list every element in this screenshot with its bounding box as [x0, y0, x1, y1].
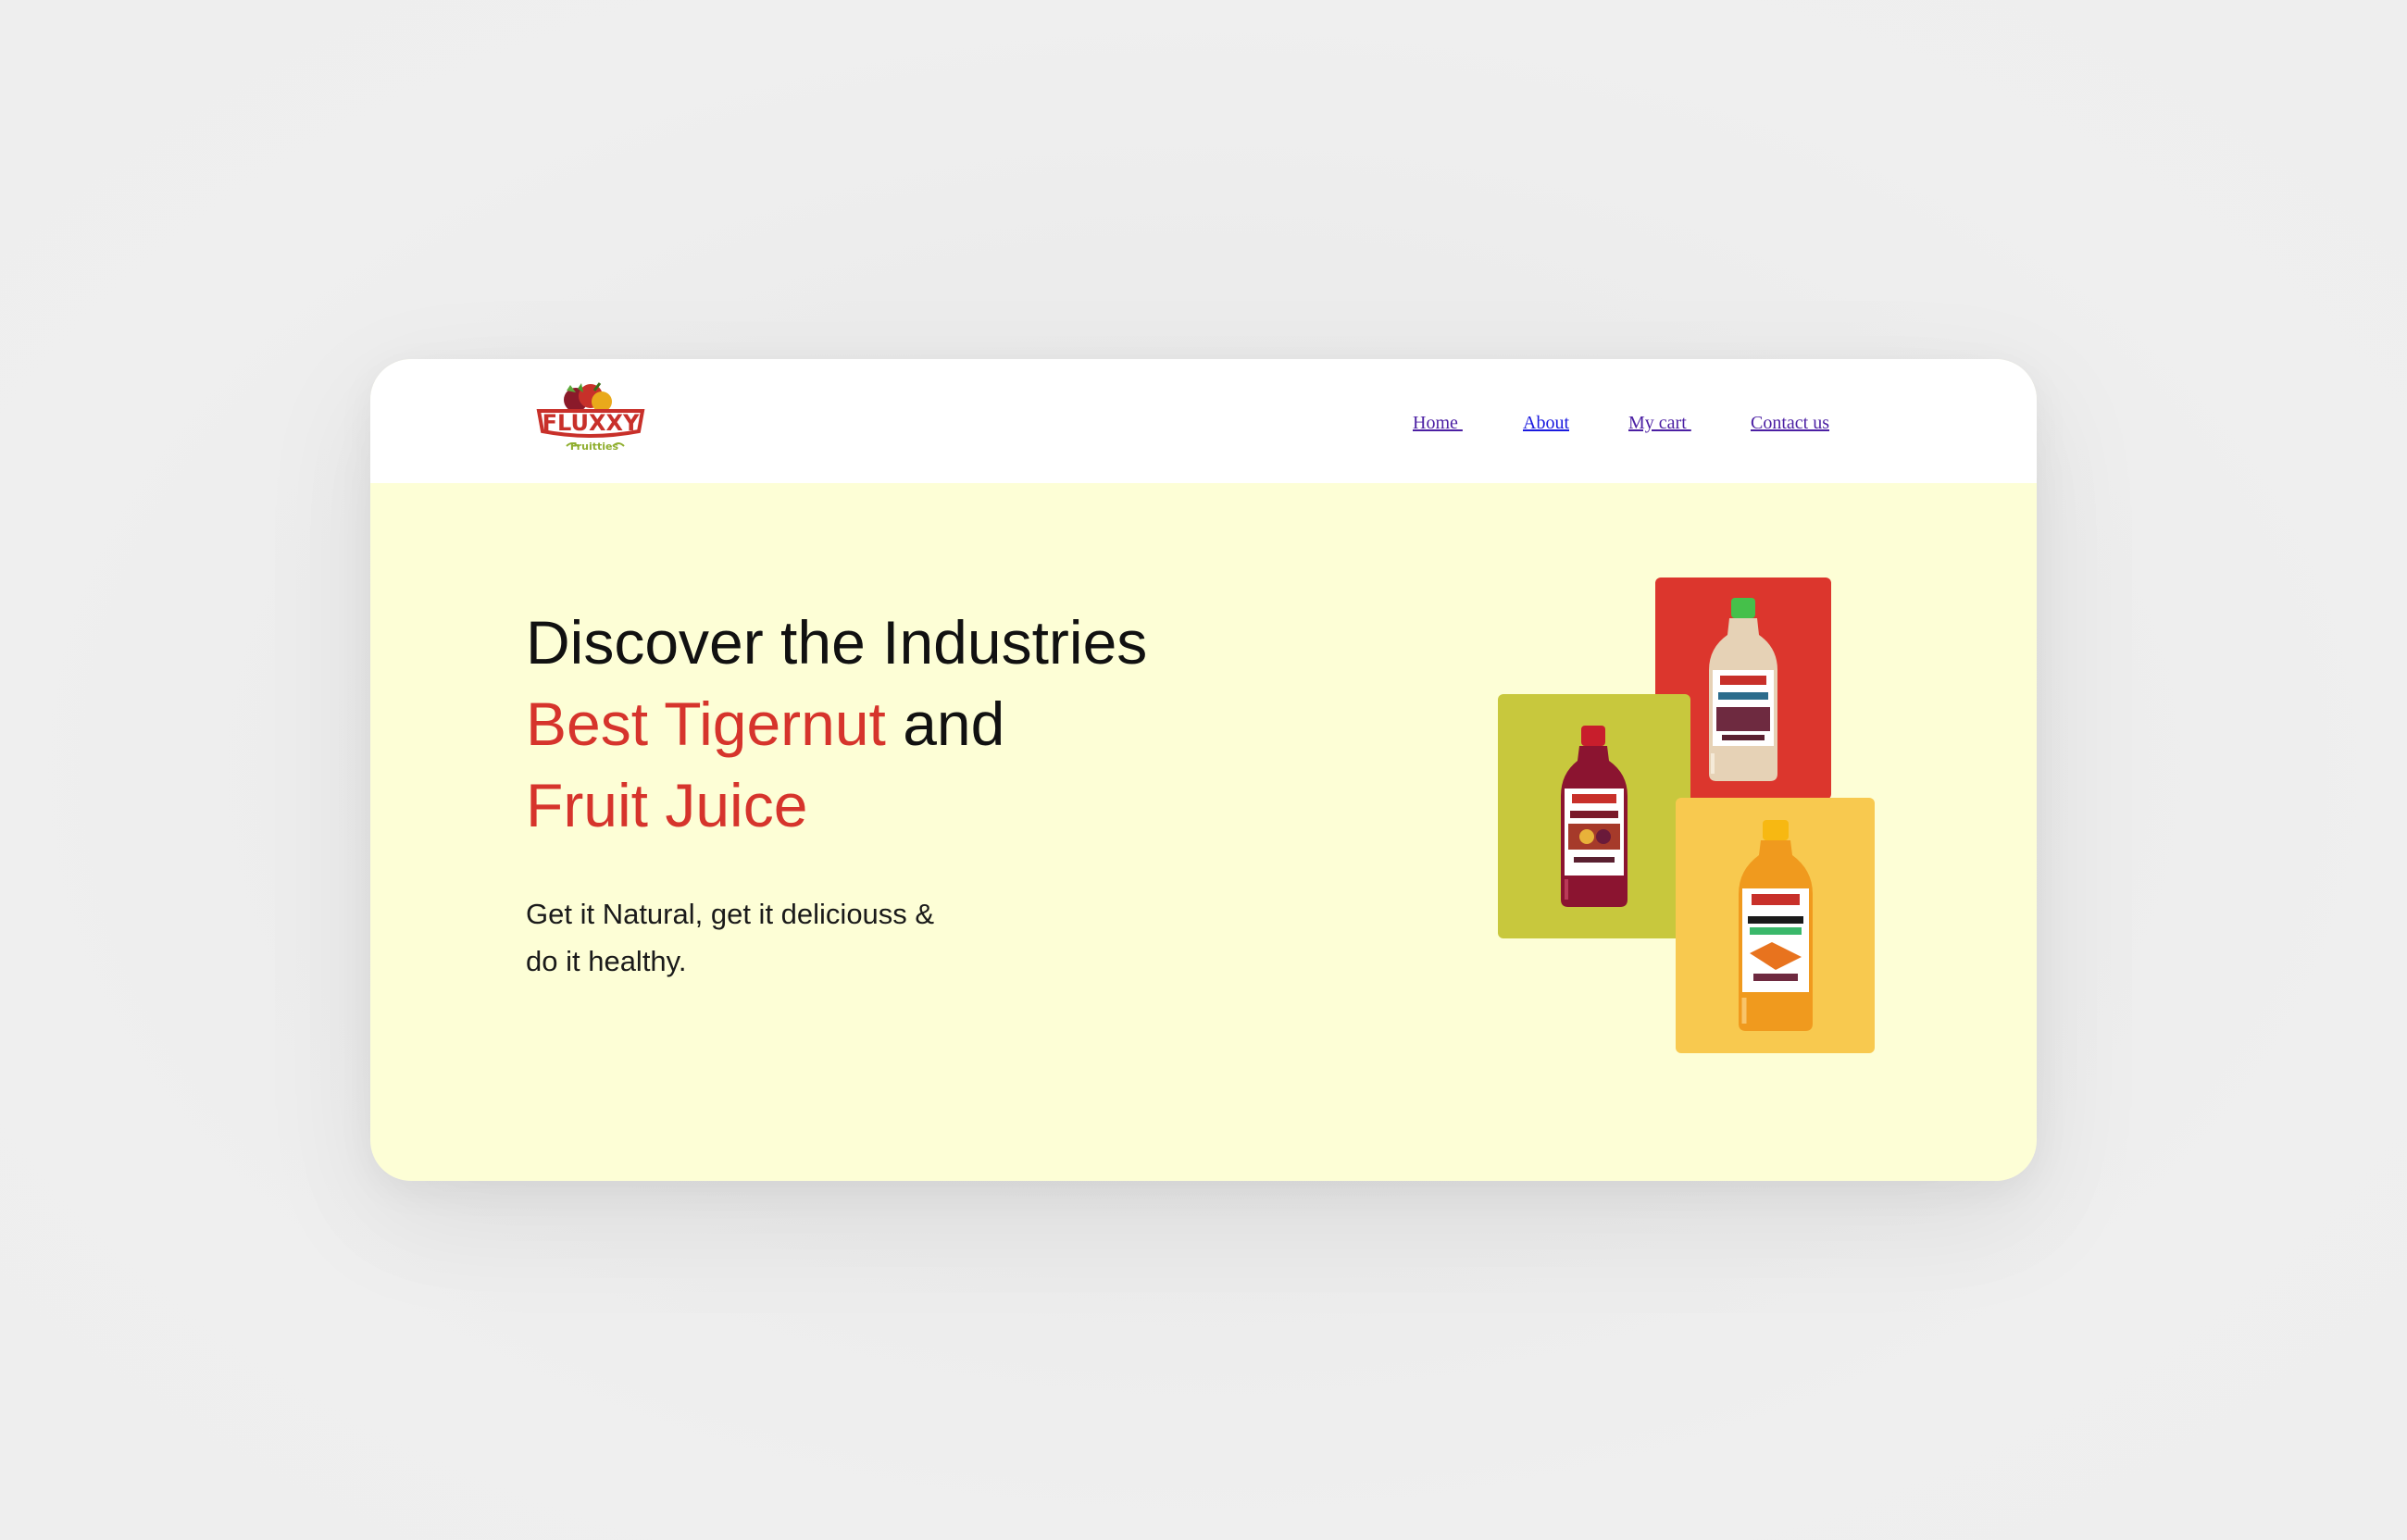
hero-title-highlight-1: Best Tigernut [526, 689, 886, 758]
nav-link-home[interactable]: Home [1413, 413, 1463, 434]
hero-title: Discover the Industries Best Tigernut an… [526, 602, 1147, 846]
nav-link-my-cart[interactable]: My cart [1628, 413, 1691, 434]
hero-title-line2-rest: and [885, 689, 1005, 758]
carrot-bottle-image [1739, 820, 1813, 1031]
nav-menu: Home About My cart Contact us [370, 413, 2037, 441]
hero-title-highlight-2: Fruit Juice [526, 771, 808, 839]
hero-subtitle-line1: Get it Natural, get it deliciouss & [526, 898, 935, 930]
page-background: FLUXXY Fruitties Home About My cart Cont… [0, 0, 2407, 1540]
hero-subtitle-line2: do it healthy. [526, 945, 687, 977]
navbar: FLUXXY Fruitties Home About My cart Cont… [370, 359, 2037, 483]
nav-link-contact-us[interactable]: Contact us [1751, 413, 1829, 434]
logo-subtext: Fruitties [570, 441, 619, 453]
hero-subtitle: Get it Natural, get it deliciouss & do i… [526, 890, 1007, 985]
hero-title-line1: Discover the Industries [526, 608, 1148, 677]
product-card-carrot[interactable] [1676, 798, 1875, 1053]
nav-link-about[interactable]: About [1523, 413, 1569, 434]
product-card-heart-beet[interactable] [1498, 694, 1690, 938]
website-window: FLUXXY Fruitties Home About My cart Cont… [370, 359, 2037, 1181]
heart-beet-bottle-image [1561, 726, 1628, 907]
